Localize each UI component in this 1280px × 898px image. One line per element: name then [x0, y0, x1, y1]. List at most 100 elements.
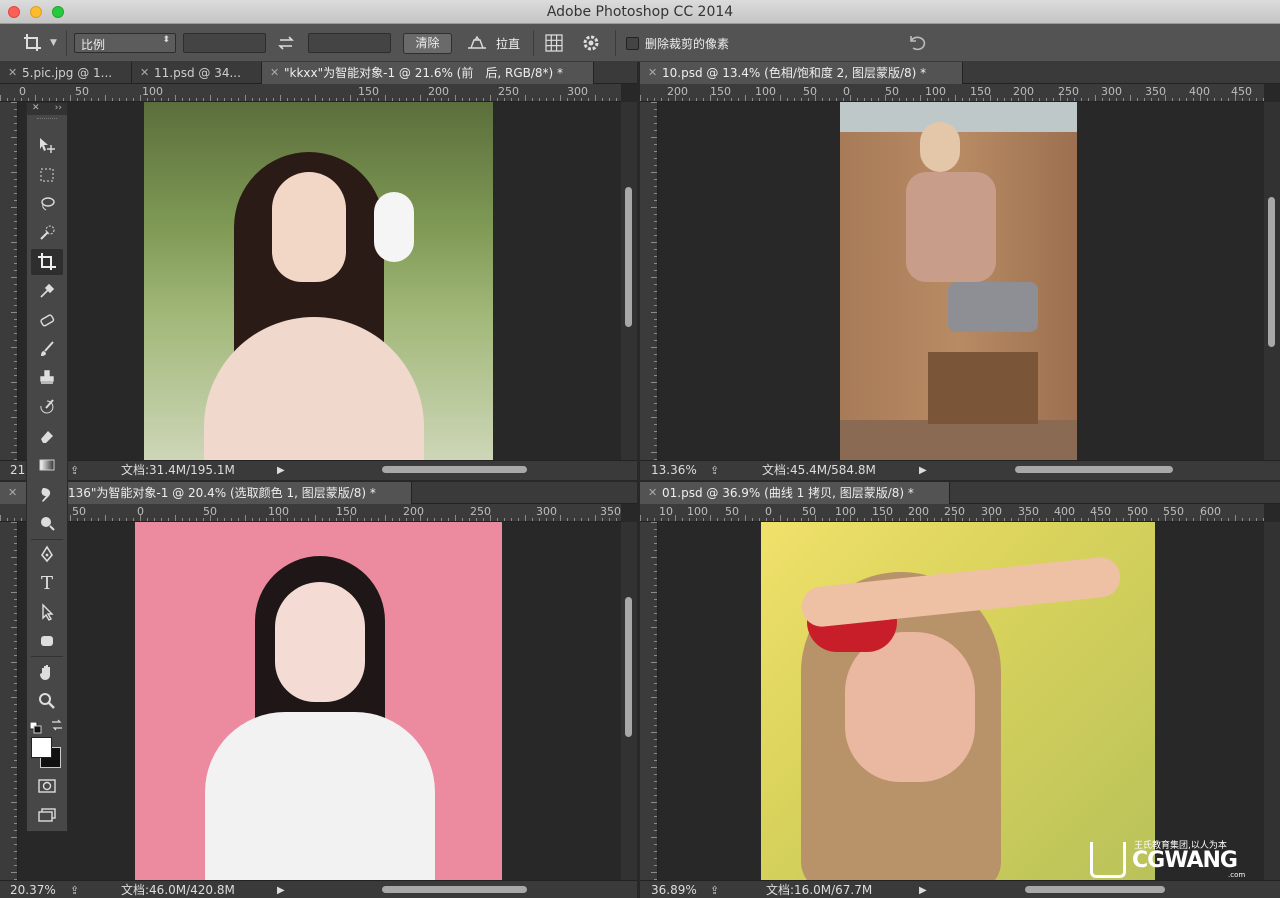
- healing-brush-tool[interactable]: [31, 307, 63, 333]
- document-tab-active[interactable]: ✕ "kkxx"为智能对象-1 @ 21.6% (前 后, RGB/8*) *: [262, 62, 594, 84]
- close-icon[interactable]: ✕: [648, 482, 657, 504]
- marquee-tool[interactable]: [31, 162, 63, 188]
- lasso-tool[interactable]: [31, 191, 63, 217]
- ratio-select[interactable]: 比例 ⬍: [74, 33, 176, 53]
- shape-tool[interactable]: [31, 628, 63, 654]
- ruler-tick: [581, 98, 582, 101]
- share-icon[interactable]: ⇪: [70, 882, 79, 898]
- horizontal-scroll-thumb[interactable]: [382, 886, 527, 893]
- delete-cropped-pixels-option[interactable]: 删除裁剪的像素: [626, 24, 729, 62]
- grip-handle[interactable]: [37, 118, 57, 120]
- pen-tool[interactable]: [31, 541, 63, 567]
- share-icon[interactable]: ⇪: [710, 882, 719, 898]
- document-image[interactable]: [840, 102, 1077, 460]
- delete-cropped-checkbox[interactable]: [626, 36, 639, 50]
- status-menu-arrow-icon[interactable]: ▶: [919, 462, 927, 479]
- scroll-thumb[interactable]: [625, 597, 632, 737]
- ruler-tick: [766, 98, 767, 101]
- ratio-height-input[interactable]: [308, 33, 391, 53]
- close-icon[interactable]: ✕: [140, 62, 149, 84]
- tools-panel-header[interactable]: ✕ ››: [27, 103, 67, 115]
- overlay-options-button[interactable]: [543, 24, 565, 62]
- swap-dimensions-button[interactable]: [276, 24, 296, 62]
- quick-selection-tool[interactable]: [31, 220, 63, 246]
- ruler-tick: [696, 98, 697, 101]
- ruler-tick: [651, 102, 657, 103]
- vertical-scrollbar[interactable]: [621, 102, 637, 460]
- eyedropper-tool[interactable]: [31, 278, 63, 304]
- vertical-scrollbar[interactable]: [1264, 522, 1280, 880]
- ruler-label: 300: [1101, 85, 1122, 98]
- ruler-tick: [399, 98, 400, 101]
- delete-cropped-label: 删除裁剪的像素: [645, 36, 730, 51]
- dodge-tool[interactable]: [31, 510, 63, 536]
- ruler-tick: [850, 515, 851, 521]
- document-image[interactable]: [135, 522, 502, 880]
- reset-crop-button[interactable]: [905, 24, 929, 62]
- zoom-level[interactable]: 21: [10, 462, 25, 479]
- quick-mask-button[interactable]: [31, 773, 63, 799]
- ruler-tick: [651, 312, 657, 313]
- path-selection-tool[interactable]: [31, 599, 63, 625]
- move-tool[interactable]: [31, 133, 63, 159]
- ruler-tick: [1228, 98, 1229, 101]
- horizontal-scroll-thumb[interactable]: [382, 466, 527, 473]
- hand-tool[interactable]: [31, 659, 63, 685]
- straighten-button[interactable]: 拉直: [466, 24, 520, 62]
- scroll-thumb[interactable]: [1268, 197, 1275, 347]
- zoom-level[interactable]: 13.36%: [651, 462, 697, 479]
- type-tool[interactable]: T: [31, 570, 63, 596]
- clone-stamp-tool[interactable]: [31, 365, 63, 391]
- default-colors-button[interactable]: [29, 719, 42, 734]
- status-menu-arrow-icon[interactable]: ▶: [277, 462, 285, 479]
- ruler-tick: [147, 98, 148, 101]
- horizontal-scroll-thumb[interactable]: [1025, 886, 1165, 893]
- screen-mode-button[interactable]: [31, 802, 63, 828]
- scroll-thumb[interactable]: [625, 187, 632, 327]
- zoom-level[interactable]: 36.89%: [651, 882, 697, 898]
- status-menu-arrow-icon[interactable]: ▶: [919, 882, 927, 898]
- ruler-tick: [829, 98, 830, 101]
- close-icon[interactable]: ✕: [32, 103, 40, 113]
- vertical-scrollbar[interactable]: [621, 522, 637, 880]
- zoom-level[interactable]: 20.37%: [10, 882, 56, 898]
- crop-settings-button[interactable]: [581, 24, 601, 62]
- document-pane-bottom-left: ✕ 136"为智能对象-1 @ 20.4% (选取颜色 1, 图层蒙版/8) * …: [0, 482, 637, 898]
- crop-tool-preset-picker[interactable]: ▼: [22, 24, 57, 62]
- share-icon[interactable]: ⇪: [710, 462, 719, 479]
- document-tab[interactable]: ✕ 5.pic.jpg @ 1...: [0, 62, 132, 84]
- document-tab-active[interactable]: ✕ 10.psd @ 13.4% (色相/饱和度 2, 图层蒙版/8) *: [640, 62, 963, 84]
- history-brush-tool[interactable]: [31, 394, 63, 420]
- ruler-tick: [1228, 518, 1229, 521]
- clear-button[interactable]: 清除: [403, 33, 452, 54]
- status-menu-arrow-icon[interactable]: ▶: [277, 882, 285, 898]
- ruler-tick: [651, 417, 657, 418]
- zoom-tool[interactable]: [31, 688, 63, 714]
- expand-icon[interactable]: ››: [55, 103, 62, 113]
- ruler-tick: [738, 518, 739, 521]
- ruler-tick: [871, 518, 872, 521]
- swap-colors-button[interactable]: [50, 717, 64, 731]
- ruler-tick: [616, 518, 617, 521]
- ratio-width-input[interactable]: [183, 33, 266, 53]
- document-tab[interactable]: ✕ 11.psd @ 34...: [132, 62, 262, 84]
- eraser-tool[interactable]: [31, 423, 63, 449]
- document-image[interactable]: [144, 102, 493, 460]
- blur-tool[interactable]: [31, 481, 63, 507]
- vertical-scrollbar[interactable]: [1264, 102, 1280, 460]
- share-icon[interactable]: ⇪: [70, 462, 79, 479]
- close-icon[interactable]: ✕: [8, 62, 17, 84]
- horizontal-scroll-thumb[interactable]: [1015, 466, 1173, 473]
- gradient-tool[interactable]: [31, 452, 63, 478]
- ruler-tick: [1235, 515, 1236, 521]
- close-icon[interactable]: ✕: [8, 482, 17, 504]
- brush-tool[interactable]: [31, 336, 63, 362]
- close-icon[interactable]: ✕: [648, 62, 657, 84]
- ruler-tick: [654, 858, 657, 859]
- crop-tool[interactable]: [31, 249, 63, 275]
- document-image[interactable]: [761, 522, 1155, 880]
- document-tab-active[interactable]: ✕ 01.psd @ 36.9% (曲线 1 拷贝, 图层蒙版/8) *: [640, 482, 950, 504]
- foreground-color-swatch[interactable]: [31, 737, 52, 758]
- close-icon[interactable]: ✕: [270, 62, 279, 84]
- ruler-tick: [654, 431, 657, 432]
